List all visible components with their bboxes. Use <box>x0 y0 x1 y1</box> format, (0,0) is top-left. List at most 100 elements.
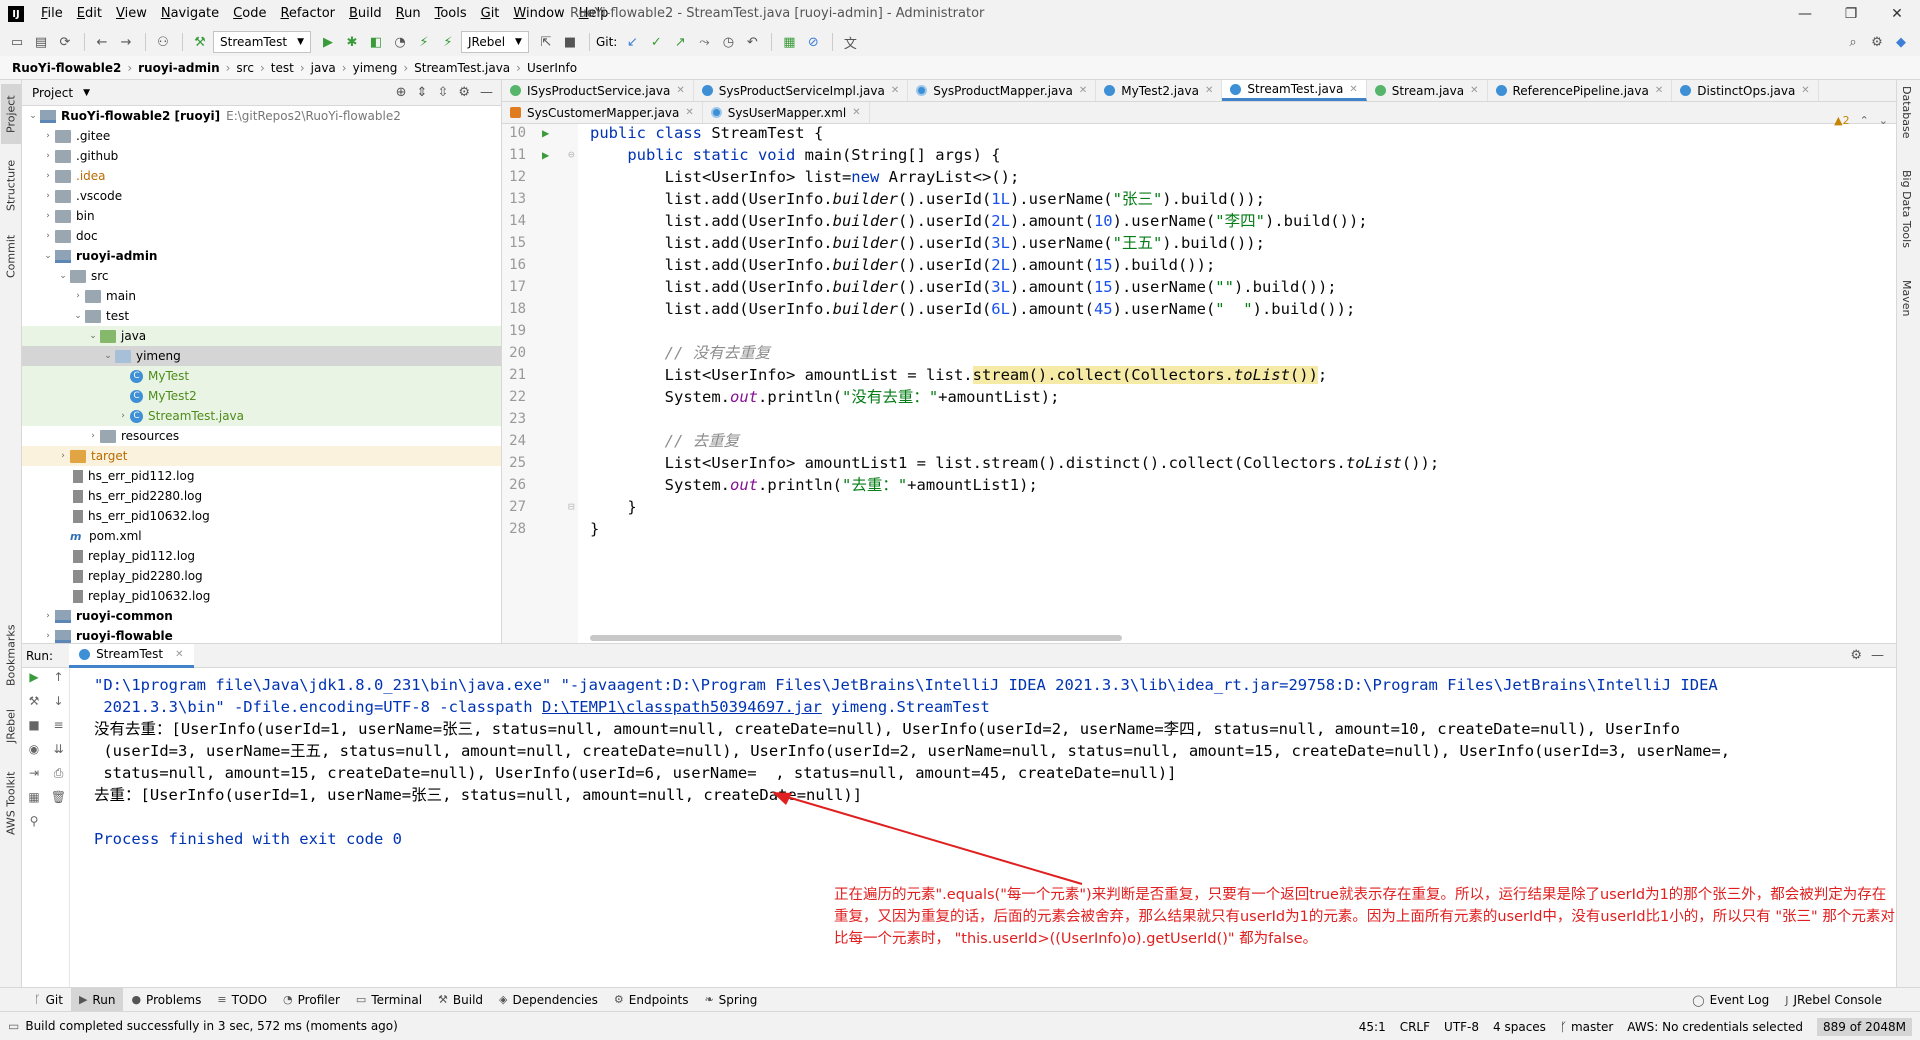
jrebel-run-icon[interactable]: ⚡ <box>413 31 435 53</box>
git-branch[interactable]: ᚴ master <box>1560 1020 1613 1034</box>
debug-icon[interactable]: ✱ <box>341 31 363 53</box>
history-icon[interactable]: ◷ <box>717 31 739 53</box>
menu-window[interactable]: Window <box>506 0 571 28</box>
close-icon[interactable]: ✕ <box>1205 85 1213 96</box>
breadcrumb-item[interactable]: › java <box>294 61 336 75</box>
chevron-down-icon[interactable]: ⌄ <box>41 251 55 261</box>
close-icon[interactable]: ✕ <box>676 85 684 96</box>
breadcrumb-item[interactable]: › yimeng <box>336 61 398 75</box>
stop-icon[interactable]: ■ <box>559 31 581 53</box>
tree-node[interactable]: C MyTest2 <box>22 386 501 406</box>
indent-setting[interactable]: 4 spaces <box>1493 1020 1546 1034</box>
chevron-right-icon[interactable]: › <box>56 451 70 461</box>
menu-navigate[interactable]: Navigate <box>154 0 226 28</box>
editor-tab[interactable]: SysCustomerMapper.java ✕ <box>502 102 703 123</box>
tree-node[interactable]: ⌄ src <box>22 266 501 286</box>
editor-tab[interactable]: SysUserMapper.xml ✕ <box>703 102 870 123</box>
tree-node[interactable]: hs_err_pid10632.log <box>22 506 501 526</box>
profile-icon[interactable]: ◔ <box>389 31 411 53</box>
pin-icon[interactable]: ⚲ <box>30 814 39 836</box>
tool-tab-bookmarks[interactable]: Bookmarks <box>1 618 21 692</box>
tool-tab-database[interactable]: Database <box>1900 86 1913 139</box>
chevron-right-icon[interactable]: › <box>41 611 55 621</box>
forward-icon[interactable]: → <box>115 31 137 53</box>
trash-icon[interactable]: 🗑 <box>51 790 66 812</box>
tool-window-run[interactable]: ▶ Run <box>70 987 124 1012</box>
sync-icon[interactable]: ⟳ <box>54 31 76 53</box>
breadcrumb-item[interactable]: › ruoyi-admin <box>121 61 219 75</box>
jrebel-select[interactable]: JRebel ▼ <box>460 31 529 53</box>
tree-node[interactable]: m pom.xml <box>22 526 501 546</box>
tree-node[interactable]: hs_err_pid112.log <box>22 466 501 486</box>
tree-node[interactable]: › .vscode <box>22 186 501 206</box>
toolbox-icon[interactable]: ◆ <box>1890 31 1912 53</box>
close-icon[interactable]: ✕ <box>1470 85 1478 96</box>
gear-icon[interactable]: ⚙ <box>458 85 470 100</box>
tree-node[interactable]: ⌄ RuoYi-flowable2 [ruoyi] E:\gitRepos2\Ruo… <box>22 106 501 126</box>
jrebel-debug-icon[interactable]: ⚡ <box>437 31 459 53</box>
menu-build[interactable]: Build <box>342 0 389 28</box>
editor-tab[interactable]: ISysProductService.java ✕ <box>502 80 694 101</box>
print-icon[interactable]: ⎙ <box>54 766 64 788</box>
tool-tab-project[interactable]: Project <box>1 84 21 144</box>
caret-position[interactable]: 45:1 <box>1359 1020 1386 1034</box>
fold-icon[interactable]: ⊟ <box>568 496 575 518</box>
chevron-down-icon[interactable]: ⌄ <box>101 351 115 361</box>
run-gutter-icon[interactable]: ▶ <box>542 124 549 144</box>
tree-node[interactable]: › main <box>22 286 501 306</box>
chevron-right-icon[interactable]: › <box>41 191 55 201</box>
breadcrumb-item[interactable]: › StreamTest.java <box>397 61 510 75</box>
close-icon[interactable]: ✕ <box>1874 0 1920 28</box>
menu-code[interactable]: Code <box>226 0 273 28</box>
chevron-up-icon[interactable]: ⌃ <box>1860 114 1869 127</box>
wrench-icon[interactable]: ⚒ <box>29 694 40 716</box>
breadcrumb-item[interactable]: RuoYi-flowable2 <box>12 61 121 75</box>
menu-refactor[interactable]: Refactor <box>273 0 342 28</box>
menu-run[interactable]: Run <box>389 0 428 28</box>
tool-window-profiler[interactable]: ◔ Profiler <box>275 988 348 1012</box>
locate-icon[interactable]: ⊕ <box>396 85 407 100</box>
file-encoding[interactable]: UTF-8 <box>1444 1020 1479 1034</box>
attach-icon[interactable]: ⇱ <box>535 31 557 53</box>
close-icon[interactable]: ✕ <box>1079 85 1087 96</box>
close-icon[interactable]: ✕ <box>685 107 693 118</box>
chevron-right-icon[interactable]: › <box>86 431 100 441</box>
search-icon[interactable]: ⌕ <box>1842 31 1864 53</box>
tool-tab-commit[interactable]: Commit <box>1 226 21 286</box>
line-separator[interactable]: CRLF <box>1400 1020 1430 1034</box>
tree-node[interactable]: C MyTest <box>22 366 501 386</box>
menu-view[interactable]: View <box>109 0 154 28</box>
chevron-right-icon[interactable]: › <box>41 171 55 181</box>
run-icon[interactable]: ▶ <box>317 31 339 53</box>
memory-indicator[interactable]: 889 of 2048M <box>1817 1017 1912 1036</box>
close-icon[interactable]: ✕ <box>1801 85 1809 96</box>
editor-tab[interactable]: SysProductMapper.java ✕ <box>908 80 1097 101</box>
user-icon[interactable]: ⚇ <box>152 31 174 53</box>
stop-icon[interactable]: ■ <box>28 718 39 740</box>
build-hammer-icon[interactable]: ⚒ <box>189 31 211 53</box>
menu-file[interactable]: File <box>34 0 70 28</box>
inspection-widget[interactable]: ▲2 ⌃ ⌄ <box>1834 114 1888 127</box>
chevron-down-icon[interactable]: ▼ <box>83 88 90 98</box>
chevron-right-icon[interactable]: › <box>41 131 55 141</box>
git-commit-icon[interactable]: ✓ <box>645 31 667 53</box>
menu-git[interactable]: Git <box>474 0 507 28</box>
tree-node[interactable]: › ruoyi-common <box>22 606 501 626</box>
arrow-up-icon[interactable]: ↑ <box>53 670 63 692</box>
tree-node[interactable]: › .github <box>22 146 501 166</box>
chevron-down-icon[interactable]: ⌄ <box>56 271 70 281</box>
tree-node[interactable]: replay_pid10632.log <box>22 586 501 606</box>
back-icon[interactable]: ← <box>91 31 113 53</box>
warning-count[interactable]: ▲2 <box>1834 114 1849 127</box>
menu-tools[interactable]: Tools <box>428 0 474 28</box>
tool-window-todo[interactable]: ≡ TODO <box>209 988 275 1012</box>
close-icon[interactable]: ✕ <box>1349 84 1357 95</box>
chevron-right-icon[interactable]: › <box>41 211 55 221</box>
tree-node[interactable]: › C StreamTest.java <box>22 406 501 426</box>
status-message[interactable]: Build completed successfully in 3 sec, 5… <box>25 1019 397 1033</box>
chevron-down-icon[interactable]: ⌄ <box>71 311 85 321</box>
restore-icon[interactable]: ❐ <box>1828 0 1874 28</box>
chevron-down-icon[interactable]: ⌄ <box>1879 114 1888 127</box>
minimize-icon[interactable]: — <box>1782 0 1828 28</box>
tool-window-spring[interactable]: ❧ Spring <box>696 988 765 1012</box>
